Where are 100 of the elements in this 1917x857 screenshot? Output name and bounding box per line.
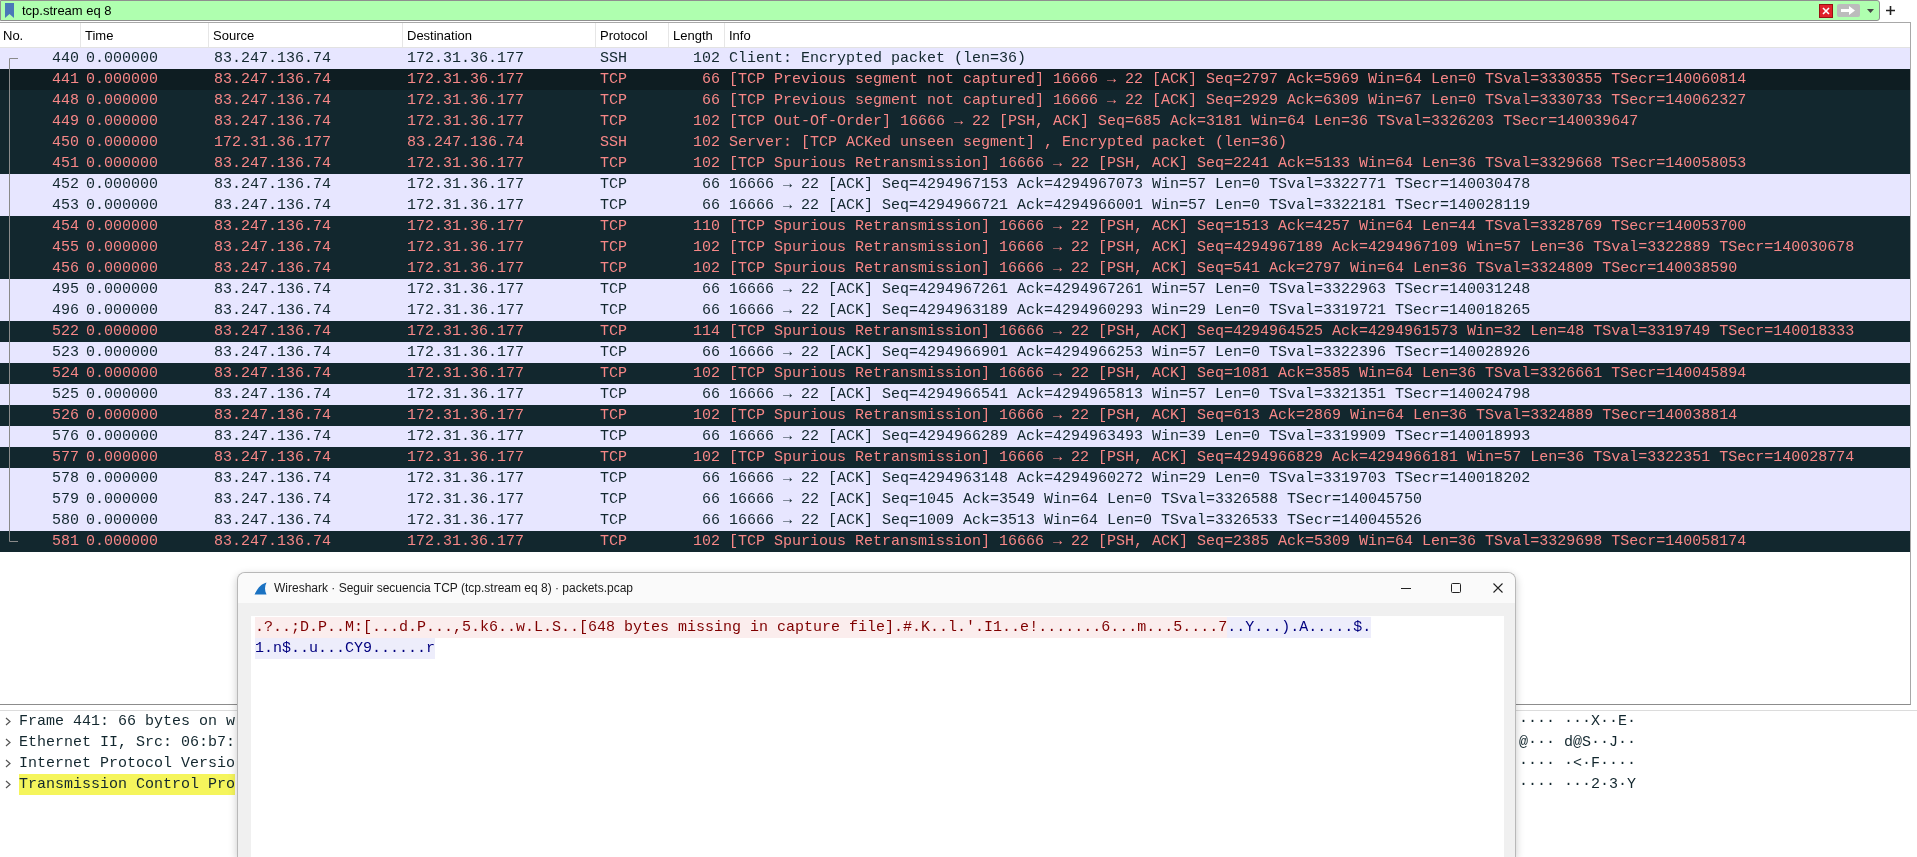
packet-row[interactable]: 454 0.000000 83.247.136.74 172.31.36.177 TCP 110 [TCP Spurious Retransmission] 16666 → 22 [PSH, ACK] Seq=1513 Ack=4257 Win=64 Len=44 TSval=3328769 TSecr=140053700 [0, 216, 1910, 237]
table-cell-text: 66 [701, 91, 721, 111]
table-cell-text: TCP [599, 469, 628, 489]
packet-row[interactable]: 581 0.000000 83.247.136.74 172.31.36.177 TCP 102 [TCP Spurious Retransmission] 16666 → 22 [PSH, ACK] Seq=2385 Ack=5309 Win=64 Len=36 TSval=3329698 TSecr=140058174 [0, 531, 1910, 552]
column-header[interactable]: Destination [403, 23, 596, 47]
table-cell-text: TCP [599, 175, 628, 195]
minimize-icon [1401, 587, 1411, 589]
table-cell-text: 172.31.36.177 [406, 343, 526, 363]
table-cell-text: 172.31.36.177 [406, 91, 526, 111]
packet-row[interactable]: 579 0.000000 83.247.136.74 172.31.36.177 TCP 66 16666 → 22 [ACK] Seq=1045 Ack=3549 Win=64 Len=0 TSval=3326588 TSecr=140045750 [0, 489, 1910, 510]
packet-row[interactable]: 526 0.000000 83.247.136.74 172.31.36.177 TCP 102 [TCP Spurious Retransmission] 16666 → 22 [PSH, ACK] Seq=613 Ack=2869 Win=64 Len=36 TSval=3324889 TSecr=140038814 [0, 405, 1910, 426]
packet-row[interactable]: 525 0.000000 83.247.136.74 172.31.36.177 TCP 66 16666 → 22 [ACK] Seq=4294966541 Ack=4294965813 Win=57 Len=0 TSval=3321351 TSecr=140024798 [0, 384, 1910, 405]
dropdown-button[interactable] [1867, 8, 1874, 13]
table-cell-text: 83.247.136.74 [406, 133, 526, 153]
table-cell-text: 0.000000 [85, 49, 159, 69]
close-icon [1493, 583, 1503, 593]
table-cell-text: 0.000000 [85, 490, 159, 510]
packet-row[interactable]: 523 0.000000 83.247.136.74 172.31.36.177 TCP 66 16666 → 22 [ACK] Seq=4294966901 Ack=4294966253 Win=57 Len=0 TSval=3322396 TSecr=140028926 [0, 342, 1910, 363]
table-cell-text: TCP [599, 112, 628, 132]
table-cell-text: 83.247.136.74 [213, 343, 333, 363]
table-cell-text: 0.000000 [85, 385, 159, 405]
tree-item[interactable]: Ethernet II, Src: 06:b7: [19, 732, 236, 753]
packet-row[interactable]: 580 0.000000 83.247.136.74 172.31.36.177 TCP 66 16666 → 22 [ACK] Seq=1009 Ack=3513 Win=64 Len=0 TSval=3326533 TSecr=140045526 [0, 510, 1910, 531]
table-cell-text: TCP [599, 91, 628, 111]
table-cell-text: 83.247.136.74 [213, 448, 333, 468]
column-header[interactable]: Length [669, 23, 725, 47]
table-cell-text: 526 [51, 406, 80, 426]
table-cell-text: 16666 → 22 [ACK] Seq=4294967153 Ack=4294967073 Win=57 Len=0 TSval=3322771 TSecr=140030478 [728, 175, 1532, 195]
table-cell-text: 83.247.136.74 [213, 49, 333, 69]
column-header[interactable]: Protocol [596, 23, 669, 47]
table-cell-text: 0.000000 [85, 427, 159, 447]
chevron-icon[interactable] [5, 717, 11, 726]
table-cell-text: 0.000000 [85, 196, 159, 216]
packet-row[interactable]: 452 0.000000 83.247.136.74 172.31.36.177 TCP 66 16666 → 22 [ACK] Seq=4294967153 Ack=4294967073 Win=57 Len=0 TSval=3322771 TSecr=140030478 [0, 174, 1910, 195]
table-cell-text: 16666 → 22 [ACK] Seq=4294966721 Ack=4294966001 Win=57 Len=0 TSval=3322181 TSecr=140028119 [728, 196, 1532, 216]
table-cell-text: 83.247.136.74 [213, 322, 333, 342]
ascii-dump-line: ···· ·<·F···· [1519, 754, 1637, 774]
packet-row[interactable]: 577 0.000000 83.247.136.74 172.31.36.177 TCP 102 [TCP Spurious Retransmission] 16666 → 22 [PSH, ACK] Seq=4294966829 Ack=4294966181 Win=57 Len=36 TSval=3322351 TSecr=140028774 [0, 447, 1910, 468]
table-cell-text: 83.247.136.74 [213, 196, 333, 216]
table-cell-text: 66 [701, 301, 721, 321]
table-cell-text: 83.247.136.74 [213, 532, 333, 552]
packet-row[interactable]: 522 0.000000 83.247.136.74 172.31.36.177 TCP 114 [TCP Spurious Retransmission] 16666 → 22 [PSH, ACK] Seq=4294964525 Ack=4294961573 Win=32 Len=48 TSval=3319749 TSecr=140018333 [0, 321, 1910, 342]
table-cell-text: 102 [692, 112, 721, 132]
table-cell-text: 66 [701, 196, 721, 216]
table-cell-text: 0.000000 [85, 238, 159, 258]
packet-row[interactable]: 453 0.000000 83.247.136.74 172.31.36.177 TCP 66 16666 → 22 [ACK] Seq=4294966721 Ack=4294966001 Win=57 Len=0 TSval=3322181 TSecr=140028119 [0, 195, 1910, 216]
table-cell-text: 66 [701, 511, 721, 531]
table-cell-text: 172.31.36.177 [406, 49, 526, 69]
table-cell-text: 102 [692, 406, 721, 426]
packet-row[interactable]: 448 0.000000 83.247.136.74 172.31.36.177 TCP 66 [TCP Previous segment not captured] 16666 → 22 [ACK] Seq=2929 Ack=6309 Win=67 Len=0 TSval=3330733 TSecr=140062327 [0, 90, 1910, 111]
packet-row[interactable]: 495 0.000000 83.247.136.74 172.31.36.177 TCP 66 16666 → 22 [ACK] Seq=4294967261 Ack=4294967261 Win=57 Len=0 TSval=3322963 TSecr=140031248 [0, 279, 1910, 300]
table-cell-text: 172.31.36.177 [406, 238, 526, 258]
tree-item[interactable]: Transmission Control Pro [19, 774, 236, 795]
table-cell-text: TCP [599, 301, 628, 321]
table-cell-text: 83.247.136.74 [213, 91, 333, 111]
packet-row[interactable]: 496 0.000000 83.247.136.74 172.31.36.177 TCP 66 16666 → 22 [ACK] Seq=4294963189 Ack=4294960293 Win=29 Len=0 TSval=3319721 TSecr=140018265 [0, 300, 1910, 321]
table-cell-text: TCP [599, 406, 628, 426]
table-cell-text: 0.000000 [85, 133, 159, 153]
table-cell-text: TCP [599, 511, 628, 531]
column-header[interactable]: No. [0, 23, 81, 47]
packet-row[interactable]: 456 0.000000 83.247.136.74 172.31.36.177 TCP 102 [TCP Spurious Retransmission] 16666 → 22 [PSH, ACK] Seq=541 Ack=2797 Win=64 Len=36 TSval=3324809 TSecr=140038590 [0, 258, 1910, 279]
table-cell-text: 172.31.36.177 [406, 217, 526, 237]
table-cell-text: TCP [599, 364, 628, 384]
packet-row[interactable]: 449 0.000000 83.247.136.74 172.31.36.177 TCP 102 [TCP Out-Of-Order] 16666 → 22 [PSH, ACK] Seq=685 Ack=3181 Win=64 Len=36 TSval=3326203 TSecr=140039647 [0, 111, 1910, 132]
table-cell-text: 102 [692, 154, 721, 174]
chevron-icon[interactable] [5, 759, 11, 768]
table-cell-text: 578 [51, 469, 80, 489]
packet-row[interactable]: 441 0.000000 83.247.136.74 172.31.36.177 TCP 66 [TCP Previous segment not captured] 16666 → 22 [ACK] Seq=2797 Ack=5969 Win=64 Len=0 TSval=3330355 TSecr=140060814 [0, 69, 1910, 90]
table-cell-text: 66 [701, 490, 721, 510]
packet-row[interactable]: 440 0.000000 83.247.136.74 172.31.36.177 SSH 102 Client: Encrypted packet (len=36) [0, 48, 1910, 69]
table-cell-text: 114 [692, 322, 721, 342]
chevron-icon[interactable] [5, 738, 11, 747]
chevron-icon[interactable] [5, 780, 11, 789]
packet-row[interactable]: 455 0.000000 83.247.136.74 172.31.36.177 TCP 102 [TCP Spurious Retransmission] 16666 → 22 [PSH, ACK] Seq=4294967189 Ack=4294967109 Win=57 Len=36 TSval=3322889 TSecr=140030678 [0, 237, 1910, 258]
caret-icon [1867, 8, 1874, 13]
table-cell-text: 522 [51, 322, 80, 342]
packet-row[interactable]: 451 0.000000 83.247.136.74 172.31.36.177 TCP 102 [TCP Spurious Retransmission] 16666 → 22 [PSH, ACK] Seq=2241 Ack=5133 Win=64 Len=36 TSval=3329668 TSecr=140058053 [0, 153, 1910, 174]
packet-row[interactable]: 578 0.000000 83.247.136.74 172.31.36.177 TCP 66 16666 → 22 [ACK] Seq=4294963148 Ack=4294960272 Win=29 Len=0 TSval=3319703 TSecr=140018202 [0, 468, 1910, 489]
table-cell-text: TCP [599, 259, 628, 279]
table-cell-text: 172.31.36.177 [406, 322, 526, 342]
packet-row[interactable]: 576 0.000000 83.247.136.74 172.31.36.177 TCP 66 16666 → 22 [ACK] Seq=4294966289 Ack=4294963493 Win=39 Len=0 TSval=3319909 TSecr=140018993 [0, 426, 1910, 447]
tree-item[interactable]: Frame 441: 66 bytes on w [19, 711, 236, 732]
column-header[interactable]: Info [725, 23, 1910, 47]
packet-row[interactable]: 524 0.000000 83.247.136.74 172.31.36.177 TCP 102 [TCP Spurious Retransmission] 16666 → 22 [PSH, ACK] Seq=1081 Ack=3585 Win=64 Len=36 TSval=3326661 TSecr=140045894 [0, 363, 1910, 384]
table-cell-text: 66 [701, 343, 721, 363]
table-cell-text: 0.000000 [85, 343, 159, 363]
add-filter-button[interactable] [1886, 6, 1895, 15]
bookmark-button[interactable] [5, 3, 14, 18]
column-header[interactable]: Time [81, 23, 209, 47]
clear-button[interactable] [1819, 3, 1833, 18]
ascii-dump-line: ···· ···X··E· [1519, 712, 1637, 732]
column-header[interactable]: Source [209, 23, 403, 47]
table-cell-text: 495 [51, 280, 80, 300]
packet-row[interactable]: 450 0.000000 172.31.36.177 83.247.136.74 SSH 102 Server: [TCP ACKed unseen segment] , Encrypted packet (len=36) [0, 132, 1910, 153]
ascii-dump-line: @··· d@S··J·· [1519, 733, 1637, 753]
table-cell-text: [TCP Previous segment not captured] 16666 → 22 [ACK] Seq=2797 Ack=5969 Win=64 Len=0 TSval=3330355 TSecr=140060814 [728, 70, 1748, 90]
plus-icon [1886, 6, 1895, 15]
tree-item[interactable]: Internet Protocol Versio [19, 753, 236, 774]
table-cell-text: 16666 → 22 [ACK] Seq=1045 Ack=3549 Win=64 Len=0 TSval=3326588 TSecr=140045750 [728, 490, 1424, 510]
table-cell-text: 172.31.36.177 [406, 427, 526, 447]
